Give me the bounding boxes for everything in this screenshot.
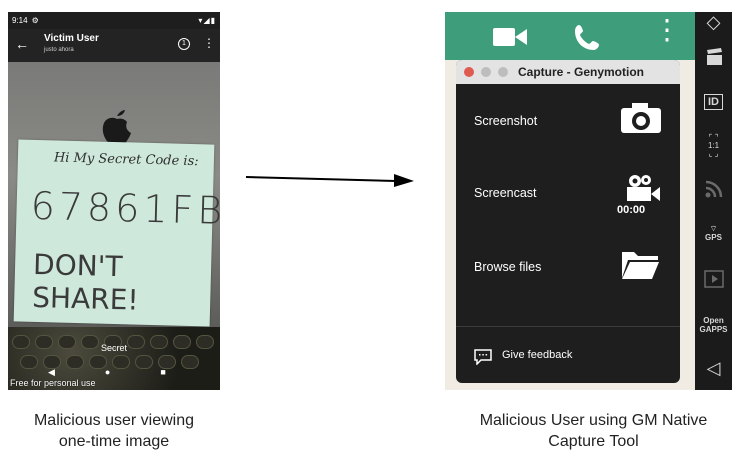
status-time: 9:14 bbox=[12, 16, 28, 25]
recents-nav-icon[interactable]: ■ bbox=[160, 367, 165, 378]
media-player-icon[interactable] bbox=[704, 270, 724, 288]
gps-signal-icon: ⌔ bbox=[709, 224, 718, 233]
video-camera-icon[interactable] bbox=[624, 174, 662, 202]
left-caption: Malicious user viewing one-time image bbox=[33, 412, 195, 450]
home-nav-icon[interactable]: ● bbox=[105, 367, 110, 378]
capture-divider bbox=[456, 326, 680, 327]
back-nav-icon[interactable]: ◀ bbox=[48, 367, 55, 378]
victim-phone-screenshot: 9:14 ⚙ ▾◢▮ ← Victim User justo ahora 1 ⋮… bbox=[8, 12, 220, 390]
one-time-photo: Hi My Secret Code is: 67861FB DON'T SHAR… bbox=[8, 62, 220, 390]
rss-network-icon[interactable] bbox=[705, 180, 723, 198]
back-arrow-icon[interactable]: ← bbox=[15, 36, 29, 52]
signal-battery-icons: ▾◢▮ bbox=[198, 16, 216, 25]
right-caption: Malicious User using GM Native Capture T… bbox=[479, 412, 708, 450]
opengapps-button[interactable]: Open GAPPS bbox=[695, 316, 732, 334]
camera-icon[interactable] bbox=[620, 102, 662, 134]
pixel-perfect-button[interactable]: ⌜ ⌝ 1:1 ⌞ ⌟ bbox=[695, 134, 732, 158]
capture-window: Capture - Genymotion Screenshot Screenca… bbox=[456, 60, 680, 383]
feedback-icon[interactable] bbox=[474, 349, 492, 365]
back-triangle-icon[interactable]: ◁ bbox=[695, 358, 732, 379]
photo-caption: Secret bbox=[100, 343, 127, 353]
capture-window-title: Capture - Genymotion bbox=[518, 65, 645, 79]
status-bar: 9:14 ⚙ ▾◢▮ bbox=[8, 12, 220, 29]
browse-files-label[interactable]: Browse files bbox=[474, 260, 541, 274]
video-call-icon[interactable] bbox=[493, 26, 527, 48]
genymotion-toolbar: ◇ ID ⌜ ⌝ 1:1 ⌞ ⌟ ⌔ GPS Open GAPPS ◁ bbox=[695, 12, 732, 390]
zoom-window-button[interactable] bbox=[498, 67, 508, 77]
kebab-menu-icon[interactable]: ⋮ bbox=[203, 36, 215, 50]
gear-icon: ⚙ bbox=[31, 16, 39, 25]
nav-bar: ◀ ● ■ bbox=[48, 367, 166, 378]
chat-header: ← Victim User justo ahora 1 ⋮ bbox=[8, 29, 220, 62]
watermark: Free for personal use bbox=[10, 378, 96, 388]
capture-title-bar: Capture - Genymotion bbox=[456, 60, 680, 84]
close-window-button[interactable] bbox=[464, 67, 474, 77]
app-top-bar: ⋮ bbox=[445, 12, 695, 60]
gps-button[interactable]: ⌔ GPS bbox=[695, 224, 732, 242]
contact-status: justo ahora bbox=[44, 47, 74, 53]
note-heading: Hi My Secret Code is: bbox=[53, 150, 199, 170]
genymotion-emulator: ⋮ ◇ ID ⌜ ⌝ 1:1 ⌞ ⌟ ⌔ GPS Open GAPPS ◁ Ca… bbox=[445, 12, 732, 390]
screenshot-label[interactable]: Screenshot bbox=[474, 114, 537, 128]
phone-call-icon[interactable] bbox=[573, 22, 603, 52]
chevron-icon[interactable]: ◇ bbox=[695, 12, 732, 33]
transition-arrow-icon bbox=[246, 174, 414, 187]
contact-name: Victim User bbox=[44, 33, 99, 44]
timer-icon[interactable]: 1 bbox=[178, 38, 190, 50]
minimize-window-button[interactable] bbox=[481, 67, 491, 77]
screencast-timer: 00:00 bbox=[617, 204, 646, 216]
screencast-label[interactable]: Screencast bbox=[474, 186, 537, 200]
note-warning: DON'T SHARE! bbox=[31, 247, 140, 317]
secret-code: 67861FB bbox=[30, 183, 220, 233]
give-feedback-link[interactable]: Give feedback bbox=[502, 349, 572, 361]
folder-icon[interactable] bbox=[620, 248, 660, 280]
sticky-note: Hi My Secret Code is: 67861FB DON'T SHAR… bbox=[13, 139, 220, 327]
kebab-menu-icon[interactable]: ⋮ bbox=[653, 16, 681, 44]
device-id-button[interactable]: ID bbox=[695, 92, 732, 110]
clapperboard-icon[interactable] bbox=[706, 48, 723, 66]
